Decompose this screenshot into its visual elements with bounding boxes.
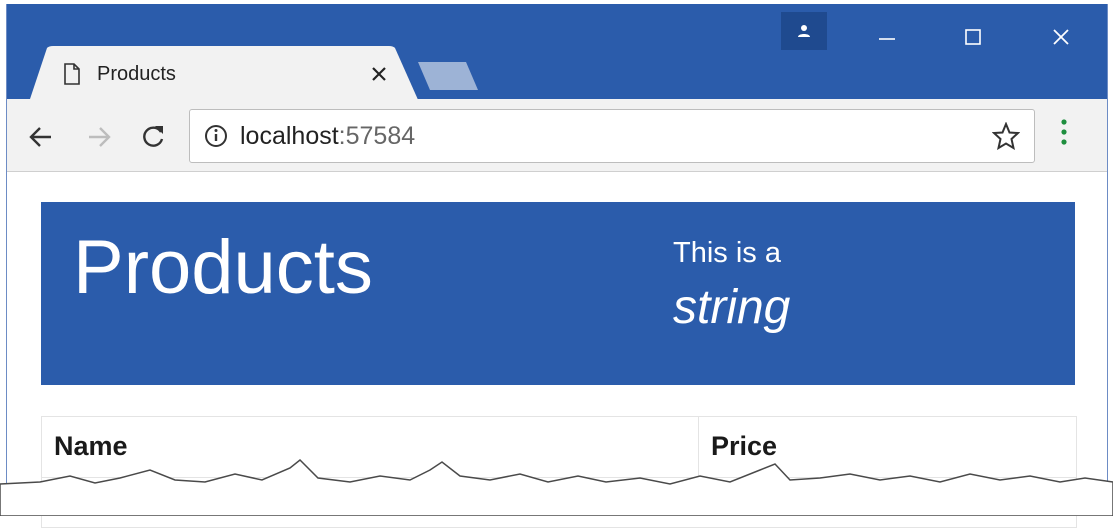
url-port: :57584: [338, 122, 416, 150]
star-icon[interactable]: [992, 122, 1020, 150]
profile-icon: [798, 25, 810, 37]
info-icon[interactable]: [204, 124, 228, 148]
minimize-button[interactable]: [857, 12, 917, 62]
profile-button[interactable]: [781, 12, 827, 50]
tab-close-icon: [372, 67, 386, 81]
menu-dots-icon[interactable]: [1059, 118, 1069, 148]
title-bar: Products: [7, 4, 1107, 102]
forward-button[interactable]: [81, 119, 117, 155]
page-title: Products: [73, 225, 373, 310]
minimize-icon: [879, 38, 895, 40]
jumbotron-subtitle: This is a: [673, 237, 781, 269]
back-arrow-icon: [29, 127, 51, 147]
url-text: localhost:57584: [240, 122, 415, 151]
tab-products[interactable]: Products: [29, 46, 419, 102]
torn-edge: [0, 458, 1113, 516]
tab-title: Products: [97, 63, 176, 85]
close-icon: [1053, 29, 1069, 45]
browser-toolbar: localhost:57584: [7, 99, 1107, 172]
tab-background: [29, 46, 419, 102]
jumbotron: Products This is a string: [41, 202, 1075, 385]
new-tab-icon[interactable]: [416, 60, 480, 92]
maximize-button[interactable]: [943, 12, 1003, 62]
maximize-icon: [965, 29, 981, 45]
back-button[interactable]: [23, 119, 59, 155]
browser-window: Products localhost:57584 Products This i…: [6, 4, 1108, 528]
address-bar[interactable]: localhost:57584: [189, 109, 1035, 163]
jumbotron-emphasis: string: [673, 281, 791, 334]
tab-close-button[interactable]: [365, 60, 393, 88]
url-host: localhost: [240, 122, 339, 150]
forward-arrow-icon: [89, 127, 111, 147]
reload-icon: [143, 126, 164, 147]
page-icon: [64, 63, 80, 85]
close-window-button[interactable]: [1031, 12, 1091, 62]
reload-button[interactable]: [135, 119, 171, 155]
